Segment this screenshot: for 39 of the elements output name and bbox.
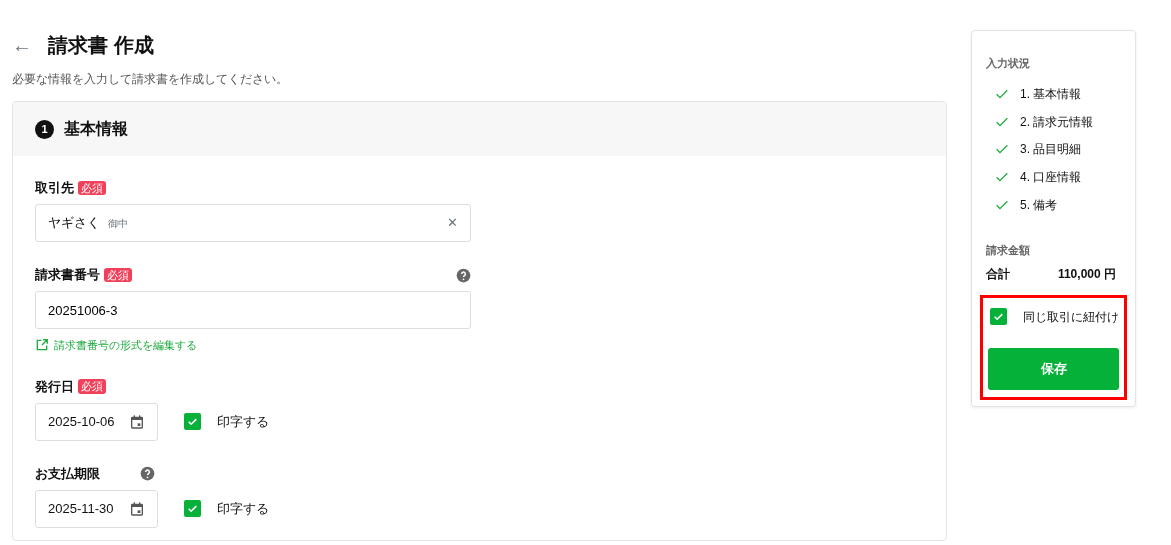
calendar-icon xyxy=(129,500,145,517)
date-field[interactable]: 2025-10-06 xyxy=(35,402,158,441)
status-item: 2. 請求元情報 xyxy=(1020,113,1094,131)
field-label: 発行日 xyxy=(35,377,74,396)
status-item: 1. 基本情報 xyxy=(1020,86,1082,104)
status-item: 4. 口座情報 xyxy=(1020,169,1082,187)
clear-button[interactable]: ✕ xyxy=(447,213,458,233)
panel-title: 入力状況 xyxy=(986,56,1031,71)
checkbox[interactable] xyxy=(990,308,1007,326)
checkbox-label: 同じ取引に紐付け xyxy=(1023,308,1119,326)
field-value: ヤギさく xyxy=(48,214,100,233)
honorific: 御中 xyxy=(108,216,128,231)
client-field[interactable]: ヤギさく 御中 ✕ xyxy=(35,204,471,242)
required-tag: 必須 xyxy=(104,267,132,283)
total-label: 合計 xyxy=(986,265,1010,283)
checkbox[interactable] xyxy=(184,500,201,517)
total-amount: 110,000 円 xyxy=(1057,265,1116,283)
field-label: 請求書番号 xyxy=(35,266,100,285)
external-link-icon xyxy=(35,338,49,353)
section-title: 基本情報 xyxy=(64,119,128,139)
checkbox-label: 印字する xyxy=(217,499,269,518)
checkbox-label: 印字する xyxy=(217,412,269,431)
checkbox[interactable] xyxy=(184,413,201,430)
field-label: お支払期限 xyxy=(35,464,100,483)
status-item: 5. 備考 xyxy=(1020,196,1058,214)
field-value: 2025-11-30 xyxy=(48,499,114,518)
field-label: 取引先 xyxy=(35,179,74,198)
page-title: 請求書 作成 xyxy=(48,33,154,57)
page-subtitle: 必要な情報を入力して請求書を作成してください。 xyxy=(12,71,289,88)
amount-title: 請求金額 xyxy=(986,243,1031,259)
status-item: 3. 品目明細 xyxy=(1020,141,1082,159)
input-field[interactable]: 20251006-3 xyxy=(35,291,471,329)
required-tag: 必須 xyxy=(78,180,106,196)
calendar-icon xyxy=(129,413,145,430)
required-tag: 必須 xyxy=(78,379,106,394)
back-button[interactable]: ← xyxy=(12,30,32,60)
step-number: 1 xyxy=(35,119,54,139)
field-value: 2025-10-06 xyxy=(48,412,115,431)
date-field[interactable]: 2025-11-30 xyxy=(35,489,158,528)
